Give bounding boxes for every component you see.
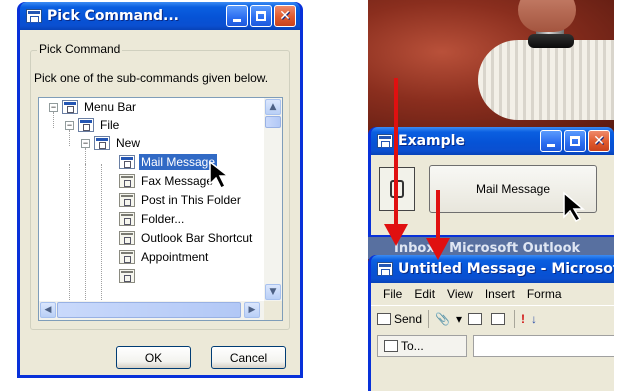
dialog-titlebar[interactable]: Pick Command... ✕: [20, 2, 300, 30]
pick-command-group: Pick Command Pick one of the sub-command…: [30, 42, 290, 330]
tree-node-label: Menu Bar: [84, 100, 137, 114]
red-arrow-overlay: [384, 78, 450, 260]
minimize-icon: [233, 18, 241, 22]
collapse-icon[interactable]: −: [81, 138, 90, 148]
scroll-left-button[interactable]: ◀: [40, 302, 56, 318]
group-label: Pick Command: [37, 42, 123, 56]
scroll-up-button[interactable]: ▲: [265, 99, 281, 115]
tree-node-partial[interactable]: [119, 267, 135, 285]
tree-node-label: Post in This Folder: [141, 193, 241, 207]
tree-node-label: Fax Message: [141, 174, 214, 188]
tree-node-post-in-folder[interactable]: Post in This Folder: [119, 191, 243, 209]
command-node-icon: [119, 231, 135, 245]
tree-connector: [101, 164, 102, 301]
minimize-button[interactable]: [226, 5, 248, 27]
scroll-thumb[interactable]: [57, 302, 241, 318]
command-node-icon: [119, 212, 135, 226]
mouse-cursor-icon: [209, 160, 231, 190]
tree-horizontal-scrollbar[interactable]: ◀ ▶: [39, 301, 264, 320]
tree-connector: [85, 164, 86, 301]
dialog-body: Pick Command Pick one of the sub-command…: [20, 30, 300, 375]
pick-command-dialog: Pick Command... ✕ Pick Command Pick one …: [17, 2, 303, 378]
command-node-icon: [119, 250, 135, 264]
tree-node-menu-bar[interactable]: − Menu Bar: [49, 98, 138, 116]
red-arrow-icon: [384, 224, 408, 246]
tree-node-outlook-bar-shortcut[interactable]: Outlook Bar Shortcut: [119, 229, 254, 247]
menu-node-icon: [94, 136, 110, 150]
close-button[interactable]: ✕: [274, 5, 296, 27]
tree-node-appointment[interactable]: Appointment: [119, 248, 210, 266]
dialog-title: Pick Command...: [47, 8, 180, 24]
tree-vertical-scrollbar[interactable]: ▲ ▼: [264, 98, 282, 301]
close-icon: ✕: [279, 8, 291, 24]
tree-node-new[interactable]: − New: [81, 134, 142, 152]
tree-node-label: Mail Message: [139, 154, 218, 170]
app-icon: [26, 9, 42, 23]
command-tree[interactable]: − Menu Bar − File − New Mail Message Fax…: [38, 97, 283, 321]
command-node-icon: [119, 269, 135, 283]
command-node-icon: [119, 155, 135, 169]
scroll-thumb[interactable]: [265, 116, 281, 128]
tree-node-label: Outlook Bar Shortcut: [141, 231, 253, 245]
ok-button[interactable]: OK: [116, 346, 191, 369]
tree-node-label: Appointment: [141, 250, 209, 264]
tree-node-file[interactable]: − File: [65, 116, 121, 134]
maximize-icon: [256, 11, 266, 21]
command-node-icon: [119, 193, 135, 207]
maximize-button[interactable]: [250, 5, 272, 27]
tree-connector: [69, 164, 70, 301]
tree-node-label: Folder...: [141, 212, 185, 226]
tree-node-fax-message[interactable]: Fax Message: [119, 172, 215, 190]
tree-node-label: File: [100, 118, 120, 132]
scroll-right-button[interactable]: ▶: [244, 302, 260, 318]
description-text: Pick one of the sub-commands given below…: [34, 71, 269, 85]
scroll-down-button[interactable]: ▼: [265, 284, 281, 300]
scrollbar-corner: [264, 301, 282, 320]
tree-node-label: New: [116, 136, 141, 150]
tree-node-folder[interactable]: Folder...: [119, 210, 186, 228]
cancel-button[interactable]: Cancel: [211, 346, 286, 369]
collapse-icon[interactable]: −: [49, 102, 58, 112]
photo-panel: Example ✕ Mail Message Inbox - Microsoft…: [368, 0, 614, 391]
menu-node-icon: [78, 118, 94, 132]
tree-node-mail-message[interactable]: Mail Message: [119, 153, 218, 171]
command-node-icon: [119, 174, 135, 188]
collapse-icon[interactable]: −: [65, 120, 74, 130]
red-arrow-icon: [426, 238, 450, 260]
toolbar-node-icon: [62, 100, 78, 114]
tree-viewport: − Menu Bar − File − New Mail Message Fax…: [39, 98, 264, 301]
